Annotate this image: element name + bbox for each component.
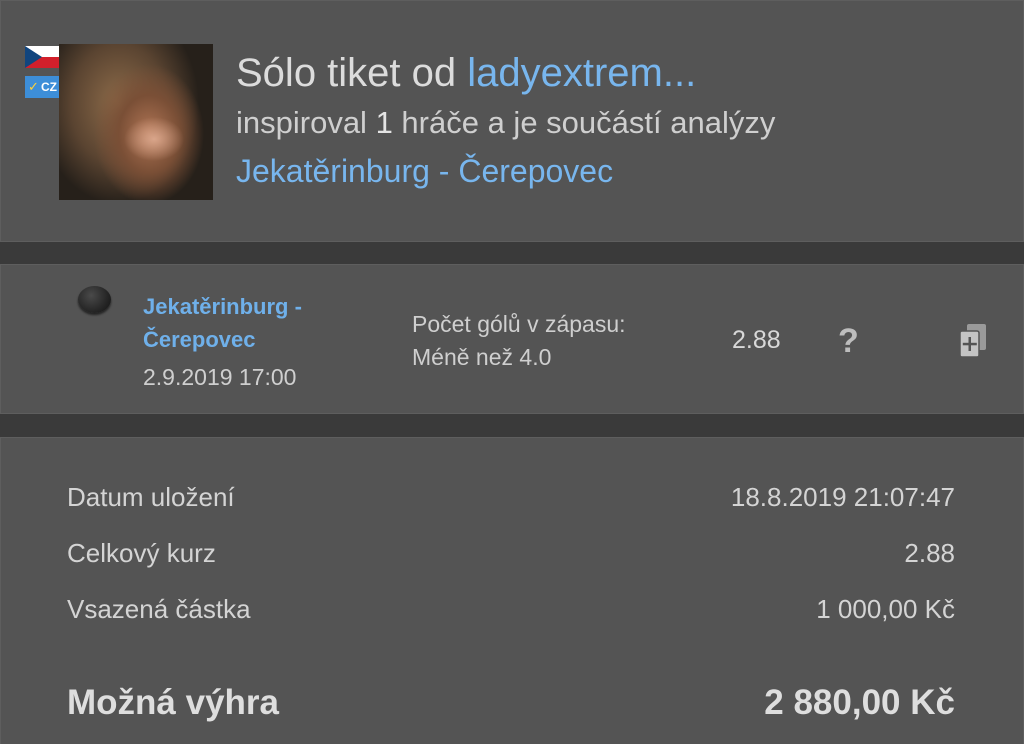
- language-badge-label: CZ: [41, 80, 57, 94]
- stake-value: 1 000,00 Kč: [816, 594, 955, 624]
- czech-flag-icon: [25, 46, 59, 68]
- bet-market: Počet gólů v zápasu: Méně než 4.0: [412, 308, 626, 374]
- bet-market-name: Počet gólů v zápasu:: [412, 311, 626, 337]
- possible-win-value: 2 880,00 Kč: [764, 683, 955, 722]
- ticket-header: ✓ CZ Sólo tiket od ladyextrem... inspiro…: [0, 0, 1024, 242]
- bet-odds: 2.88: [732, 326, 781, 354]
- inspired-subtitle: inspiroval 1 hráče a je součástí analýzy: [236, 105, 775, 141]
- total-odds-label: Celkový kurz: [67, 538, 216, 568]
- user-avatar-group[interactable]: ✓ CZ: [25, 44, 213, 200]
- help-icon[interactable]: ?: [838, 322, 859, 361]
- title-prefix: Sólo tiket od: [236, 51, 468, 95]
- saved-date-label: Datum uložení: [67, 482, 235, 512]
- page-title: Sólo tiket od ladyextrem...: [236, 51, 696, 96]
- copy-add-icon[interactable]: [958, 323, 988, 359]
- bet-match-line1[interactable]: Jekatěrinburg -: [143, 290, 373, 323]
- stake-label: Vsazená částka: [67, 594, 251, 624]
- subtitle-post: hráče a je součástí analýzy: [392, 105, 776, 140]
- bet-match-line2[interactable]: Čerepovec: [143, 323, 373, 356]
- possible-win-label: Možná výhra: [67, 683, 279, 722]
- bet-datetime: 2.9.2019 17:00: [143, 364, 297, 390]
- bet-match-link[interactable]: Jekatěrinburg - Čerepovec: [143, 290, 373, 356]
- pending-dot-icon: [78, 286, 111, 313]
- avatar[interactable]: [59, 44, 213, 200]
- saved-date-value: 18.8.2019 21:07:47: [730, 482, 955, 512]
- subtitle-pre: inspiroval: [236, 105, 376, 140]
- analysis-match-link[interactable]: Jekatěrinburg - Čerepovec: [236, 153, 613, 190]
- language-badge: ✓ CZ: [25, 76, 59, 98]
- check-icon: ✓: [28, 79, 39, 94]
- bet-selection: Méně než 4.0: [412, 344, 552, 370]
- inspired-count: 1: [375, 105, 393, 140]
- username-link[interactable]: ladyextrem...: [467, 51, 696, 95]
- total-odds-value: 2.88: [904, 538, 955, 568]
